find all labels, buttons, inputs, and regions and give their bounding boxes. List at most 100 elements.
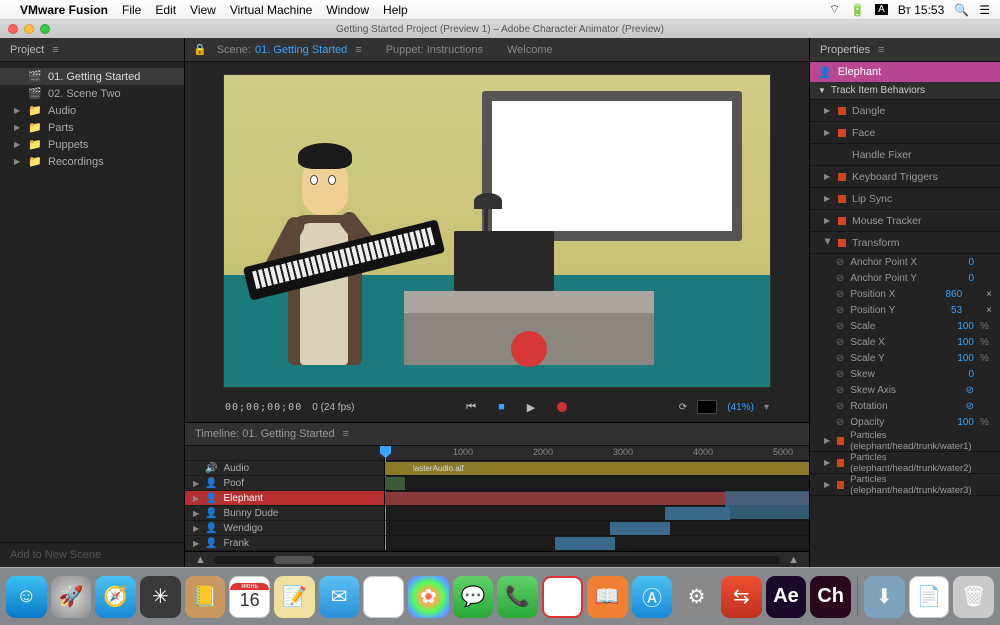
behavior-keyboard-triggers[interactable]: ▶Keyboard Triggers — [810, 166, 1000, 188]
prop-rotation[interactable]: ⊘Rotation⊘ — [810, 398, 1000, 414]
dock-char-animator[interactable]: Ch — [810, 576, 851, 618]
loop-button[interactable]: ⟳ — [679, 402, 687, 413]
dock-launchpad[interactable]: 🚀 — [51, 576, 92, 618]
record-toggle-icon[interactable] — [838, 239, 846, 247]
behaviors-section-header[interactable]: ▼Track Item Behaviors — [810, 82, 1000, 100]
prop-position-y[interactable]: ⊘Position Y53× — [810, 302, 1000, 318]
spotlight-icon[interactable]: 🔍 — [954, 3, 969, 17]
color-swatch[interactable] — [697, 400, 717, 414]
behavior-lip-sync[interactable]: ▶Lip Sync — [810, 188, 1000, 210]
dock-finder[interactable]: ☺ — [6, 576, 47, 618]
dock-document[interactable]: 📄 — [909, 576, 950, 618]
scroll-thumb[interactable] — [214, 556, 780, 564]
audio-clip[interactable]: lasterAudio.aif — [385, 462, 809, 475]
dock-trash[interactable]: 🗑 — [953, 576, 994, 618]
dock-ibooks[interactable]: 📖 — [587, 576, 628, 618]
expand-arrow-icon[interactable]: ▶ — [14, 140, 22, 149]
menu-file[interactable]: File — [122, 3, 141, 17]
dock-facetime[interactable]: 📞 — [497, 576, 538, 618]
dock-photos[interactable]: ✿ — [408, 576, 449, 618]
panel-menu-icon[interactable]: ≡ — [52, 44, 58, 56]
timeline-menu-icon[interactable]: ≡ — [343, 428, 349, 440]
dock-contacts[interactable]: 📒 — [185, 576, 226, 618]
project-item-parts[interactable]: ▶📁Parts — [0, 119, 184, 136]
stopwatch-icon[interactable]: ⊘ — [836, 305, 844, 316]
behavior-transform[interactable]: ▶Transform — [810, 232, 1000, 254]
clock[interactable]: Вт 15:53 — [898, 3, 944, 17]
track-bunny-dude[interactable]: ▶👤Bunny Dude — [185, 506, 384, 521]
record-toggle-icon[interactable] — [838, 217, 846, 225]
behavior-handle-fixer[interactable]: Handle Fixer — [810, 144, 1000, 166]
stopwatch-icon[interactable]: ⊘ — [836, 273, 844, 284]
close-button[interactable] — [8, 24, 18, 34]
dock-vmware[interactable]: ⇆ — [721, 576, 762, 618]
track-frank[interactable]: ▶👤Frank — [185, 536, 384, 551]
prop-scale[interactable]: ⊘Scale100% — [810, 318, 1000, 334]
clip-bunny[interactable] — [665, 507, 730, 520]
zoom-out-icon[interactable]: ▲ — [195, 554, 206, 566]
record-toggle-icon[interactable] — [838, 173, 846, 181]
stopwatch-icon[interactable]: ⊘ — [836, 337, 844, 348]
clip-overlay[interactable] — [725, 491, 809, 519]
timeline-track-area[interactable]: 1000 2000 3000 4000 5000 lasterAudio.aif — [385, 446, 809, 551]
stopwatch-icon[interactable]: ⊘ — [836, 369, 844, 380]
prop-skew-axis[interactable]: ⊘Skew Axis⊘ — [810, 382, 1000, 398]
menu-view[interactable]: View — [190, 3, 216, 17]
stopwatch-icon[interactable]: ⊘ — [836, 289, 844, 300]
clip-wendigo[interactable] — [610, 522, 670, 535]
tab-menu-icon[interactable]: ≡ — [355, 44, 361, 56]
expand-arrow-icon[interactable]: ▶ — [14, 157, 22, 166]
project-item-puppets[interactable]: ▶📁Puppets — [0, 136, 184, 153]
record-toggle-icon[interactable] — [838, 195, 846, 203]
prop-scale-x[interactable]: ⊘Scale X100% — [810, 334, 1000, 350]
dock-notes[interactable]: 📝 — [274, 576, 315, 618]
track-elephant[interactable]: ▶👤Elephant — [185, 491, 384, 506]
notification-icon[interactable]: ☰ — [979, 3, 990, 17]
dock-downloads[interactable]: ⬇︎ — [864, 576, 905, 618]
reset-icon[interactable]: × — [986, 305, 992, 316]
dock-keychain[interactable]: ✳︎ — [140, 576, 181, 618]
welcome-tab[interactable]: Welcome — [507, 44, 553, 56]
dock-mail[interactable]: ✉︎ — [319, 576, 360, 618]
prop-anchor-point-y[interactable]: ⊘Anchor Point Y0 — [810, 270, 1000, 286]
behavior-face[interactable]: ▶Face — [810, 122, 1000, 144]
dock-after-effects[interactable]: Ae — [766, 576, 807, 618]
record-toggle-icon[interactable] — [837, 459, 844, 467]
prop-scale-y[interactable]: ⊘Scale Y100% — [810, 350, 1000, 366]
expand-arrow-icon[interactable]: ▶ — [14, 123, 22, 132]
record-toggle-icon[interactable] — [837, 437, 844, 445]
behavior-mouse-tracker[interactable]: ▶Mouse Tracker — [810, 210, 1000, 232]
wifi-icon[interactable]: ⌔ — [829, 2, 840, 17]
track-wendigo[interactable]: ▶👤Wendigo — [185, 521, 384, 536]
menu-help[interactable]: Help — [383, 3, 408, 17]
input-icon[interactable]: А — [875, 4, 888, 15]
zoom-level[interactable]: (41%) — [727, 402, 754, 413]
stopwatch-icon[interactable]: ⊘ — [836, 417, 844, 428]
track-poof[interactable]: ▶👤Poof — [185, 476, 384, 491]
go-to-start-button[interactable]: ⏮ — [466, 401, 476, 414]
dock-sysprefs[interactable]: ⚙︎ — [676, 576, 717, 618]
track-audio[interactable]: 🔊Audio — [185, 461, 384, 476]
expand-arrow-icon[interactable]: ▶ — [14, 106, 22, 115]
reset-icon[interactable]: × — [986, 289, 992, 300]
clip-frank[interactable] — [555, 537, 615, 550]
menu-edit[interactable]: Edit — [155, 3, 176, 17]
record-toggle-icon[interactable] — [837, 481, 844, 489]
timeline-ruler[interactable]: 1000 2000 3000 4000 5000 — [385, 446, 809, 461]
project-item-getting-started[interactable]: 🎬01. Getting Started — [0, 68, 184, 85]
stopwatch-icon[interactable]: ⊘ — [836, 353, 844, 364]
behavior-dangle[interactable]: ▶Dangle — [810, 100, 1000, 122]
timecode[interactable]: 00;00;00;00 — [225, 402, 302, 413]
zoom-dropdown-icon[interactable]: ▾ — [764, 402, 769, 413]
dock-appstore[interactable]: Ⓐ — [632, 576, 673, 618]
menu-virtual-machine[interactable]: Virtual Machine — [230, 3, 313, 17]
stopwatch-icon[interactable]: ⊘ — [836, 385, 844, 396]
battery-icon[interactable]: 🔋 — [850, 3, 865, 17]
project-item-audio[interactable]: ▶📁Audio — [0, 102, 184, 119]
record-button[interactable] — [557, 402, 567, 412]
behavior-particles-2[interactable]: ▶Particles (elephant/head/trunk/water2) — [810, 452, 1000, 474]
clip-poof[interactable] — [385, 477, 405, 490]
stopwatch-icon[interactable]: ⊘ — [836, 257, 844, 268]
menu-window[interactable]: Window — [326, 3, 369, 17]
project-item-recordings[interactable]: ▶📁Recordings — [0, 153, 184, 170]
